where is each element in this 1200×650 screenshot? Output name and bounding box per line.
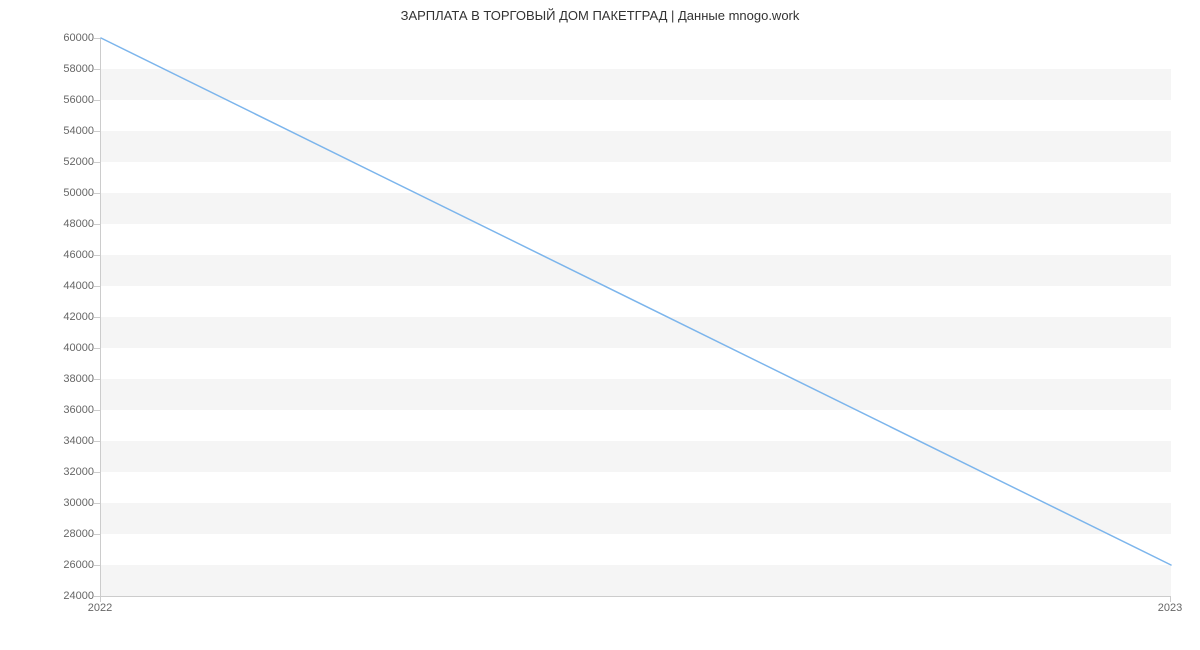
y-tick-mark [94,441,100,442]
x-tick-label: 2022 [88,602,112,614]
y-tick-mark [94,131,100,132]
y-tick-mark [94,224,100,225]
y-tick-mark [94,379,100,380]
y-tick-label: 58000 [34,63,94,75]
y-tick-mark [94,503,100,504]
y-tick-label: 50000 [34,187,94,199]
y-tick-mark [94,193,100,194]
y-tick-label: 44000 [34,280,94,292]
y-tick-mark [94,100,100,101]
x-tick-mark [1170,596,1171,602]
y-tick-label: 54000 [34,125,94,137]
y-tick-mark [94,534,100,535]
y-tick-label: 28000 [34,528,94,540]
line-layer [101,38,1171,596]
y-tick-label: 52000 [34,156,94,168]
y-tick-mark [94,69,100,70]
chart-title: ЗАРПЛАТА В ТОРГОВЫЙ ДОМ ПАКЕТГРАД | Данн… [0,8,1200,23]
y-tick-mark [94,565,100,566]
y-tick-mark [94,317,100,318]
y-tick-label: 56000 [34,94,94,106]
y-tick-mark [94,472,100,473]
y-tick-mark [94,286,100,287]
y-tick-label: 26000 [34,559,94,571]
x-tick-label: 2023 [1158,602,1182,614]
y-tick-mark [94,255,100,256]
y-tick-label: 34000 [34,435,94,447]
y-tick-mark [94,38,100,39]
y-tick-label: 24000 [34,590,94,602]
y-tick-label: 30000 [34,497,94,509]
y-tick-label: 38000 [34,373,94,385]
y-tick-label: 32000 [34,466,94,478]
y-tick-label: 48000 [34,218,94,230]
y-tick-mark [94,410,100,411]
x-tick-mark [100,596,101,602]
y-tick-label: 42000 [34,311,94,323]
series-line [101,38,1171,565]
y-tick-mark [94,162,100,163]
y-tick-label: 40000 [34,342,94,354]
y-tick-mark [94,348,100,349]
plot-area [100,38,1171,597]
y-tick-label: 60000 [34,32,94,44]
salary-line-chart: ЗАРПЛАТА В ТОРГОВЫЙ ДОМ ПАКЕТГРАД | Данн… [0,0,1200,650]
y-tick-label: 46000 [34,249,94,261]
y-tick-label: 36000 [34,404,94,416]
